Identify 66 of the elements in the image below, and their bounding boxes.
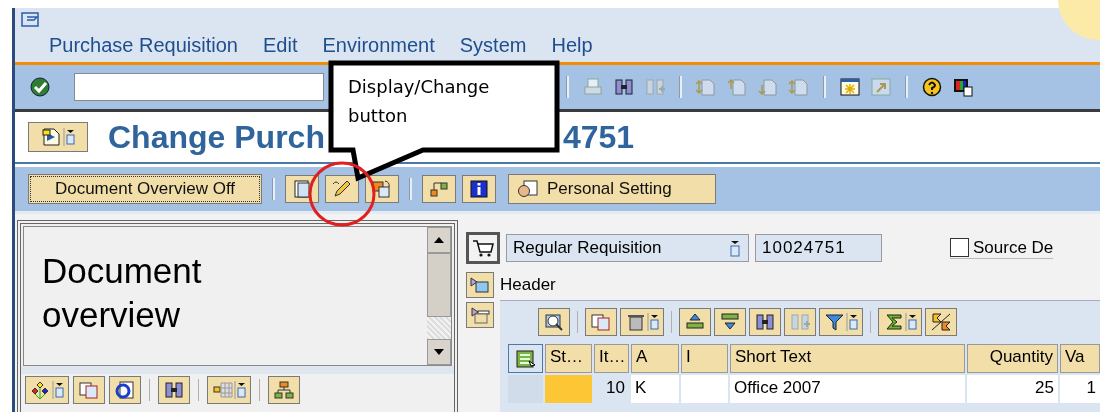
copy-icon[interactable] bbox=[78, 380, 100, 400]
column-header[interactable]: A bbox=[631, 344, 679, 373]
requisition-type-dropdown[interactable]: Regular Requisition bbox=[506, 234, 749, 262]
source-checkbox[interactable] bbox=[950, 238, 969, 257]
scroll-thumb[interactable] bbox=[427, 253, 451, 317]
sum-icon[interactable] bbox=[883, 312, 917, 332]
screen-options-icon[interactable] bbox=[41, 127, 75, 147]
column-header[interactable]: Short Text bbox=[730, 344, 965, 373]
dropdown-icon[interactable] bbox=[728, 238, 742, 258]
menu-item[interactable]: System bbox=[459, 34, 527, 57]
document-overview-title: Document overview bbox=[41, 250, 203, 336]
highlight-circle bbox=[307, 160, 377, 228]
column-header[interactable]: It… bbox=[594, 344, 629, 373]
subtotal-icon[interactable] bbox=[930, 312, 952, 332]
help-icon[interactable] bbox=[921, 77, 943, 97]
layout-grid-icon[interactable] bbox=[212, 380, 246, 400]
layout-icon[interactable] bbox=[952, 77, 974, 97]
refresh-icon[interactable] bbox=[114, 380, 136, 400]
menu-item[interactable]: Help bbox=[551, 34, 593, 57]
details-icon[interactable] bbox=[543, 312, 565, 332]
menu-item[interactable]: Purchase Requisition bbox=[49, 34, 238, 57]
filter-icon[interactable] bbox=[824, 312, 858, 332]
scroll-up-icon[interactable] bbox=[433, 236, 445, 244]
new-session-icon[interactable] bbox=[839, 77, 861, 97]
column-header[interactable]: Va bbox=[1060, 344, 1100, 373]
menu-item[interactable]: Environment bbox=[322, 34, 435, 57]
table-cell: Office 2007 bbox=[730, 375, 965, 403]
copy-icon[interactable] bbox=[590, 312, 612, 332]
screen-title: 4751 bbox=[562, 118, 635, 156]
sort-ascending-icon[interactable] bbox=[684, 312, 706, 332]
sort-descending-icon[interactable] bbox=[719, 312, 741, 332]
table-cell: 1 bbox=[1060, 375, 1100, 403]
header-label[interactable]: Header bbox=[500, 275, 556, 295]
checkbox-label: Source De bbox=[973, 237, 1054, 258]
personal-setting-icon bbox=[517, 179, 539, 199]
enter-icon[interactable] bbox=[29, 77, 51, 97]
column-header[interactable]: St… bbox=[545, 344, 592, 373]
info-icon[interactable] bbox=[468, 179, 490, 199]
document-overview-button[interactable]: Document Overview Off bbox=[28, 174, 262, 204]
scroll-track[interactable] bbox=[427, 317, 451, 339]
table-cell: K bbox=[631, 375, 679, 403]
screen-title: Change Purch bbox=[108, 118, 325, 156]
other-document-icon[interactable] bbox=[291, 179, 313, 199]
table-cell: 25 bbox=[967, 375, 1058, 403]
selection-variant-icon[interactable] bbox=[30, 380, 64, 400]
command-field[interactable] bbox=[74, 73, 324, 101]
find-icon[interactable] bbox=[613, 77, 635, 97]
delete-icon[interactable] bbox=[625, 312, 659, 332]
item-icon[interactable] bbox=[469, 305, 491, 325]
switch-icon[interactable] bbox=[371, 179, 393, 199]
column-header[interactable]: Quantity bbox=[967, 344, 1058, 373]
hierarchy-icon[interactable] bbox=[428, 179, 450, 199]
table-cell bbox=[681, 375, 728, 403]
header-icon[interactable] bbox=[469, 275, 491, 295]
find-icon[interactable] bbox=[163, 380, 185, 400]
menu-item[interactable]: Edit bbox=[263, 34, 298, 57]
display-change-icon[interactable] bbox=[331, 179, 353, 199]
scrollbar[interactable] bbox=[427, 227, 451, 365]
find-icon[interactable] bbox=[754, 312, 776, 332]
hierarchy-icon[interactable] bbox=[273, 380, 295, 400]
cart-icon[interactable] bbox=[472, 238, 494, 258]
column-header[interactable]: I bbox=[681, 344, 728, 373]
callout-text: Display/Change button bbox=[348, 75, 491, 128]
requisition-number-field[interactable]: 10024751 bbox=[755, 234, 882, 262]
scroll-down-icon[interactable] bbox=[433, 348, 445, 356]
personal-setting-button[interactable]: Personal Setting bbox=[508, 174, 716, 204]
